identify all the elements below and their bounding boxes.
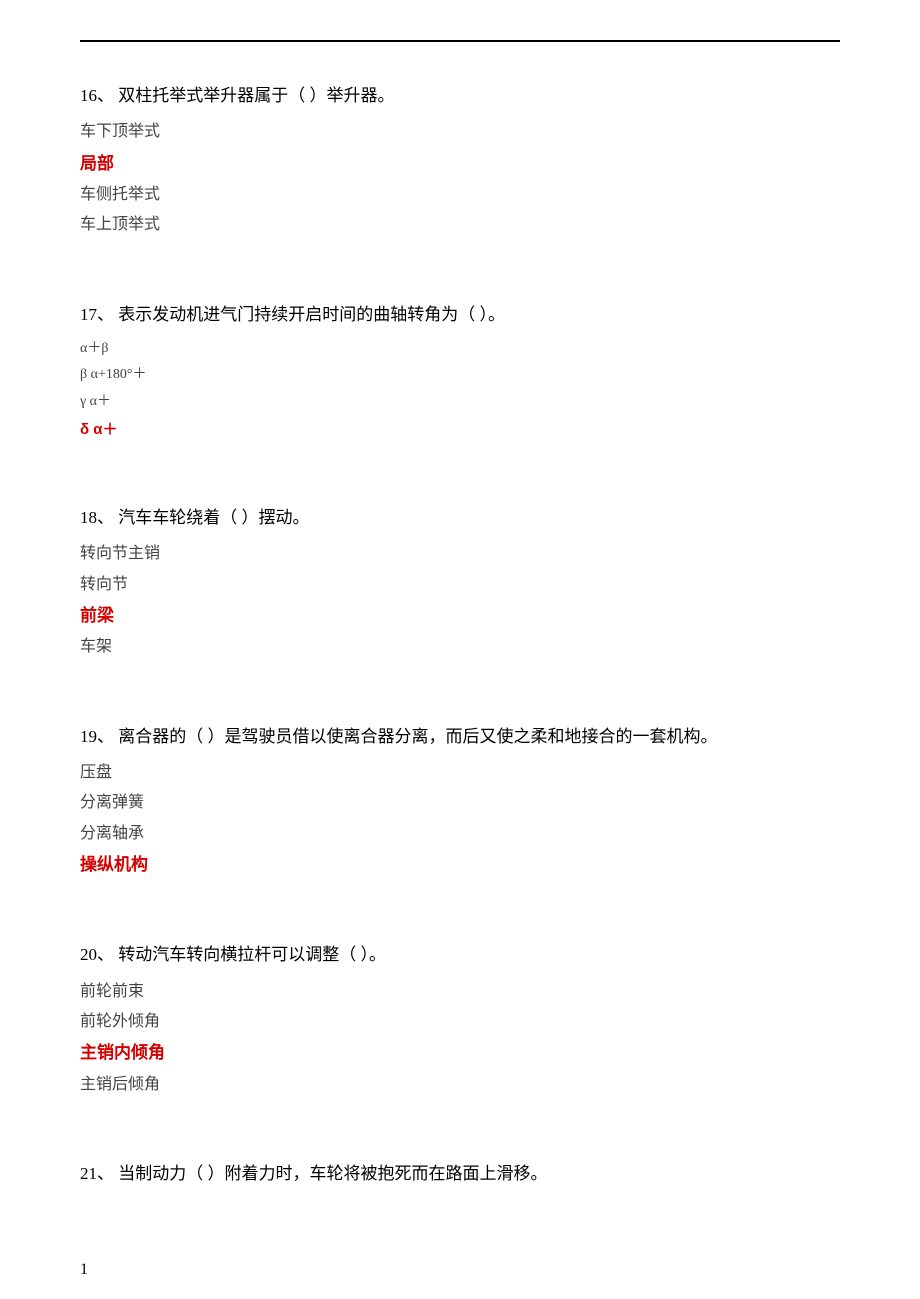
option: 分离轴承 — [80, 819, 840, 849]
option: 车架 — [80, 632, 840, 662]
option: 前轮外倾角 — [80, 1007, 840, 1037]
answer-option: 前梁 — [80, 600, 840, 632]
top-horizontal-rule — [80, 40, 840, 42]
page-number: 1 — [80, 1261, 88, 1279]
question-number: 20、 — [80, 945, 114, 964]
question-stem: 20、 转动汽车转向横拉杆可以调整（ ）。 — [80, 941, 840, 968]
option: 分离弹簧 — [80, 788, 840, 818]
question-stem: 18、 汽车车轮绕着（ ）摆动。 — [80, 504, 840, 531]
question-text: 离合器的（ ）是驾驶员借以使离合器分离，而后又使之柔和地接合的一套机构。 — [118, 727, 717, 746]
question-block: 16、 双柱托举式举升器属于（ ）举升器。车下顶举式局部车侧托举式车上顶举式 — [80, 82, 840, 241]
question-text: 当制动力（ ）附着力时，车轮将被抱死而在路面上滑移。 — [118, 1164, 547, 1183]
question-stem: 16、 双柱托举式举升器属于（ ）举升器。 — [80, 82, 840, 109]
option: 前轮前束 — [80, 977, 840, 1007]
question-stem: 21、 当制动力（ ）附着力时，车轮将被抱死而在路面上滑移。 — [80, 1160, 840, 1187]
question-text: 表示发动机进气门持续开启时间的曲轴转角为（ ）。 — [118, 305, 505, 324]
answer-option: 操纵机构 — [80, 849, 840, 881]
question-number: 16、 — [80, 86, 114, 105]
document-page: 16、 双柱托举式举升器属于（ ）举升器。车下顶举式局部车侧托举式车上顶举式17… — [0, 0, 920, 1299]
question-block: 17、 表示发动机进气门持续开启时间的曲轴转角为（ ）。 α＋ββ α+180°＋… — [80, 301, 840, 444]
option: γ α＋ — [80, 389, 840, 416]
questions-container: 16、 双柱托举式举升器属于（ ）举升器。车下顶举式局部车侧托举式车上顶举式17… — [80, 82, 840, 1187]
question-text: 双柱托举式举升器属于（ ）举升器。 — [118, 86, 394, 105]
option: 转向节 — [80, 570, 840, 600]
question-stem: 17、 表示发动机进气门持续开启时间的曲轴转角为（ ）。 — [80, 301, 840, 328]
question-block: 20、 转动汽车转向横拉杆可以调整（ ）。前轮前束前轮外倾角主销内倾角主销后倾角 — [80, 941, 840, 1100]
question-stem: 19、 离合器的（ ）是驾驶员借以使离合器分离，而后又使之柔和地接合的一套机构。 — [80, 723, 840, 750]
question-block: 19、 离合器的（ ）是驾驶员借以使离合器分离，而后又使之柔和地接合的一套机构。… — [80, 723, 840, 882]
option: 主销后倾角 — [80, 1070, 840, 1100]
question-number: 18、 — [80, 508, 114, 527]
option: 压盘 — [80, 758, 840, 788]
option: 车侧托举式 — [80, 180, 840, 210]
question-text: 转动汽车转向横拉杆可以调整（ ）。 — [118, 945, 386, 964]
answer-option: δ α＋ — [80, 416, 840, 445]
question-text: 汽车车轮绕着（ ）摆动。 — [118, 508, 309, 527]
question-number: 17、 — [80, 305, 114, 324]
option: α＋β — [80, 336, 840, 363]
question-block: 21、 当制动力（ ）附着力时，车轮将被抱死而在路面上滑移。 — [80, 1160, 840, 1187]
answer-option: 局部 — [80, 148, 840, 180]
option: β α+180°＋ — [80, 362, 840, 389]
question-number: 21、 — [80, 1164, 114, 1183]
option: 车上顶举式 — [80, 210, 840, 240]
option: 车下顶举式 — [80, 117, 840, 147]
answer-option: 主销内倾角 — [80, 1037, 840, 1069]
question-block: 18、 汽车车轮绕着（ ）摆动。转向节主销转向节前梁车架 — [80, 504, 840, 663]
option: 转向节主销 — [80, 539, 840, 569]
question-number: 19、 — [80, 727, 114, 746]
